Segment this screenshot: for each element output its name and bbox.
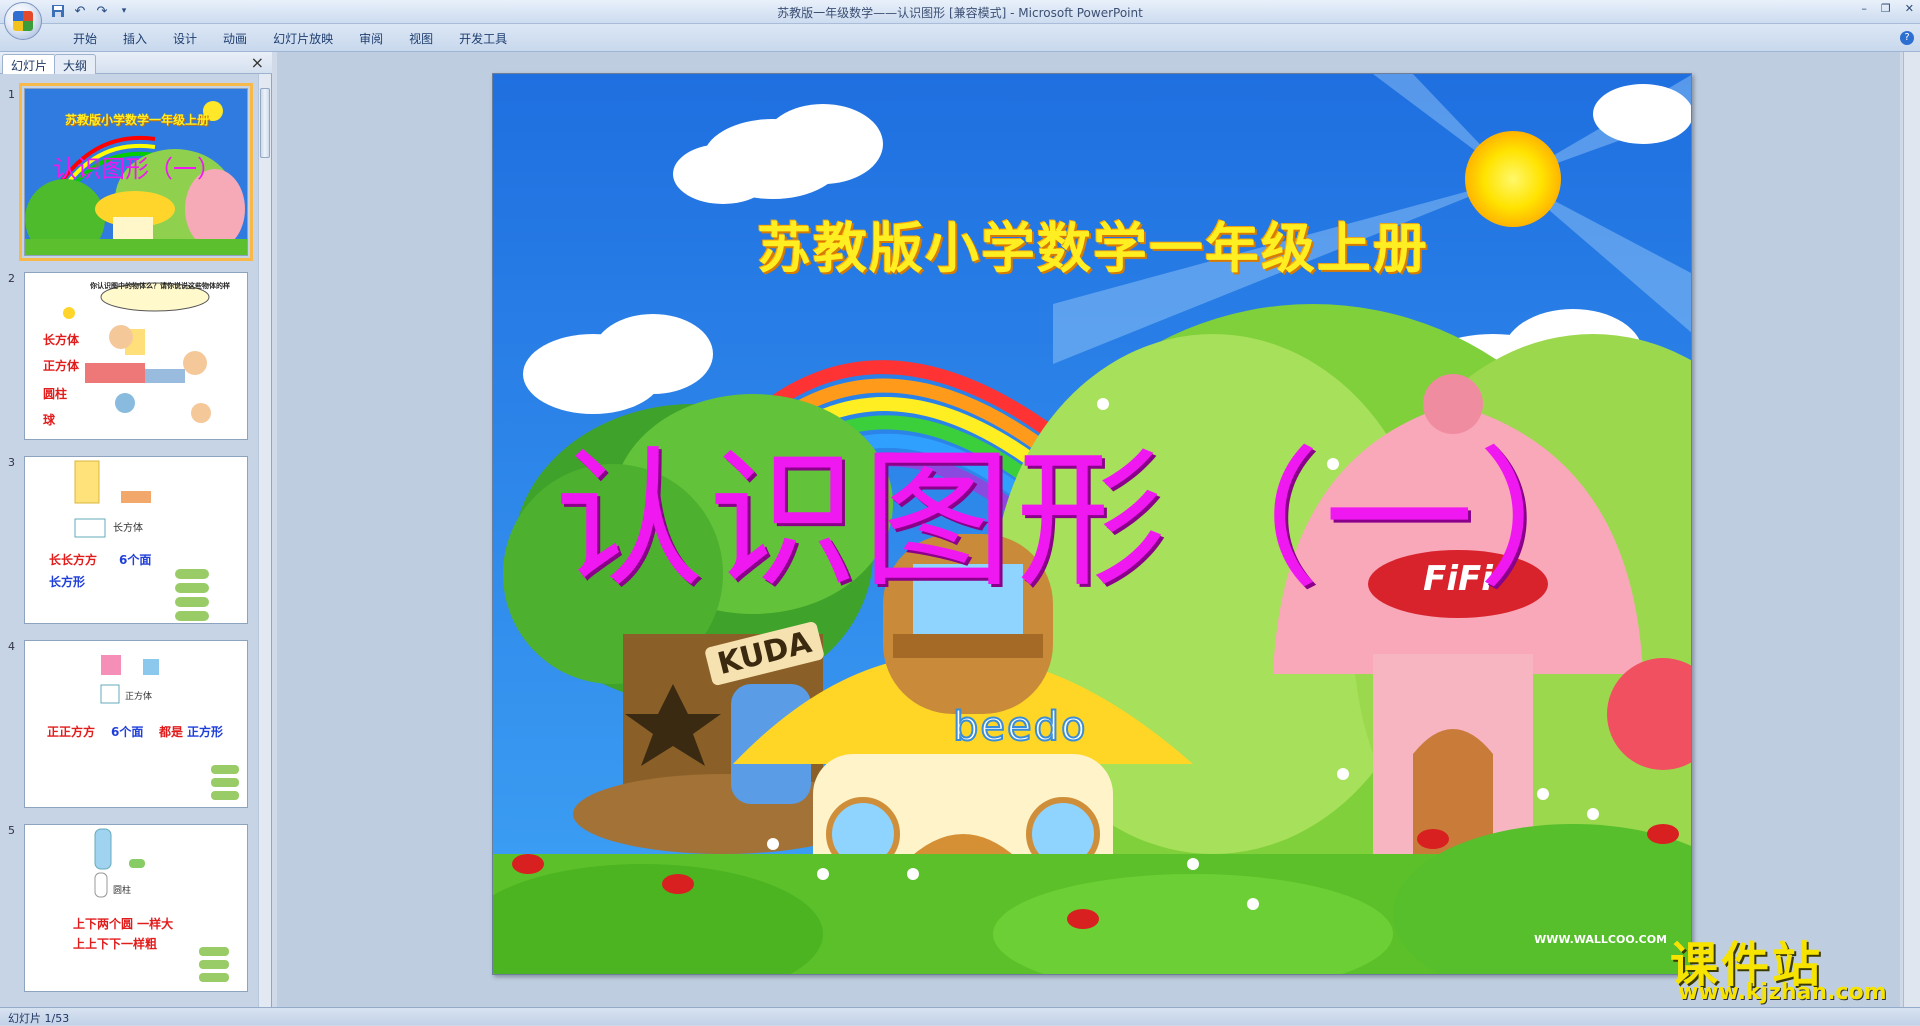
site-watermark: 课件站 www.kjzhan.com (1670, 925, 1920, 1005)
window-controls: – ❐ ✕ (1861, 2, 1914, 15)
tab-review[interactable]: 审阅 (346, 30, 396, 47)
slide-number: 4 (8, 640, 15, 653)
tab-design[interactable]: 设计 (160, 30, 210, 47)
office-logo-icon (13, 11, 33, 31)
slide-thumbnail-1[interactable]: 苏教版小学数学一年级上册 认识图形（一） (19, 83, 253, 261)
thumb-line: 正方形 (187, 725, 224, 739)
slide-thumbnail-4[interactable]: 正方体 正正方方 6个面 都是 正方形 (24, 640, 248, 808)
close-button[interactable]: ✕ (1905, 2, 1914, 15)
editor-scrollbar[interactable] (1903, 52, 1920, 1007)
thumb-shape-label: 正方体 (125, 692, 153, 702)
thumb-line: 上上下下一样粗 (73, 937, 158, 951)
tab-outline[interactable]: 大纲 (54, 54, 97, 74)
slide-number: 5 (8, 824, 15, 837)
slide-5-preview (94, 828, 229, 982)
thumb-line: 6个面 (119, 553, 152, 567)
panel-tabs: 幻灯片 大纲 × (0, 52, 272, 74)
watermark-url: www.kjzhan.com (1678, 980, 1887, 1005)
thumb-label: 球 (43, 413, 56, 427)
minimize-button[interactable]: – (1861, 2, 1867, 15)
tab-view[interactable]: 视图 (396, 30, 446, 47)
scrollbar-thumb[interactable] (260, 88, 270, 158)
slide-number: 3 (8, 456, 15, 469)
window-title: 苏教版一年级数学——认识图形 [兼容模式] - Microsoft PowerP… (777, 6, 1143, 20)
tab-home[interactable]: 开始 (60, 30, 110, 47)
current-slide[interactable]: KUDA beedo FiFi 苏教版小学数学一年级上册 认识图形（一） WWW… (492, 73, 1692, 975)
restore-button[interactable]: ❐ (1881, 2, 1891, 15)
thumb-line: 6个面 (111, 725, 144, 739)
tab-insert[interactable]: 插入 (110, 30, 160, 47)
slide-thumbnail-2[interactable]: 你认识图中的物体么？请你说说这些物体的样 长方体 正方体 圆柱 球 (24, 272, 248, 440)
thumb-label: 正方体 (43, 359, 80, 373)
thumb-bubble-text: 你认识图中的物体么？请你说说这些物体的样 (90, 282, 230, 290)
ribbon: 开始 插入 设计 动画 幻灯片放映 审阅 视图 开发工具 ? (0, 24, 1920, 52)
office-button[interactable] (4, 2, 42, 40)
tab-developer[interactable]: 开发工具 (446, 30, 520, 47)
slides-panel: 幻灯片 大纲 × 1 苏教版小学数学一年级上册 认识图形（一） 2 你认识图中的… (0, 52, 272, 1007)
thumb-shape-label: 长方体 (113, 523, 143, 534)
slide-title[interactable]: 认识图形（一） (493, 399, 1691, 616)
slide-number: 2 (8, 272, 15, 285)
slide-3-preview (74, 460, 209, 621)
title-bar: ↶ ↷ ▾ 苏教版一年级数学——认识图形 [兼容模式] - Microsoft … (0, 0, 1920, 24)
status-bar: 幻灯片 1/53 (0, 1007, 1920, 1025)
slide-subtitle[interactable]: 苏教版小学数学一年级上册 (493, 204, 1691, 283)
thumbnail-list: 1 苏教版小学数学一年级上册 认识图形（一） 2 你认识图中的物体么？请你说说这… (0, 74, 256, 1007)
close-panel-icon[interactable]: × (251, 53, 264, 72)
thumb-line: 正正方方 (47, 725, 96, 739)
thumb-line: 长方形 (49, 575, 86, 589)
slide-counter: 幻灯片 1/53 (8, 1012, 70, 1025)
thumb-line: 都是 (159, 725, 184, 739)
thumb-label: 长方体 (43, 333, 80, 347)
thumb-line: 长长方方 (49, 553, 98, 567)
tab-animations[interactable]: 动画 (210, 30, 260, 47)
slide-number: 1 (8, 88, 15, 101)
slide-thumbnail-3[interactable]: 长方体 长长方方 6个面 长方形 (24, 456, 248, 624)
thumbnail-scrollbar[interactable] (258, 74, 271, 1007)
beedo-sign: beedo (952, 703, 1088, 751)
thumb-shape-label: 圆柱 (113, 886, 132, 896)
thumb-label: 圆柱 (43, 387, 68, 401)
thumb-subtitle: 苏教版小学数学一年级上册 (64, 113, 209, 127)
tab-slideshow[interactable]: 幻灯片放映 (260, 30, 346, 47)
thumb-title: 认识图形（一） (53, 155, 221, 183)
tab-slides[interactable]: 幻灯片 (2, 54, 57, 74)
help-icon[interactable]: ? (1900, 31, 1914, 45)
slide-thumbnail-5[interactable]: 圆柱 上下两个圆 一样大 上上下下一样粗 (24, 824, 248, 992)
image-credit: WWW.WALLCOO.COM (1534, 933, 1667, 946)
thumb-line: 上下两个圆 一样大 (73, 917, 174, 931)
